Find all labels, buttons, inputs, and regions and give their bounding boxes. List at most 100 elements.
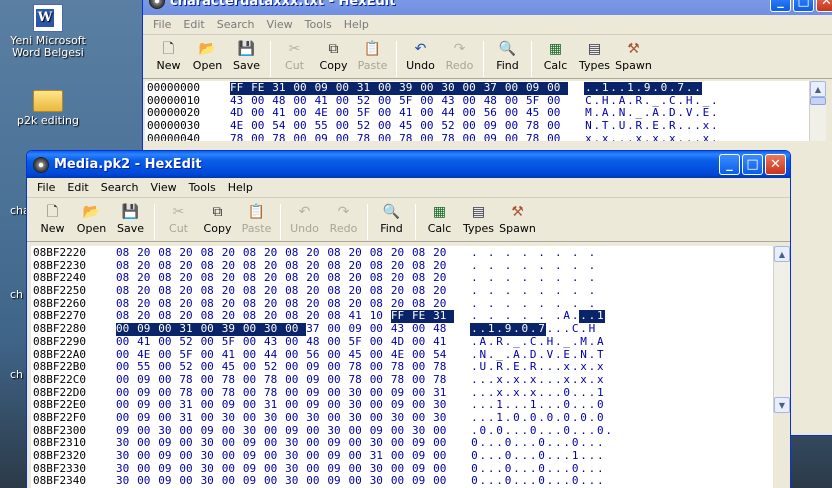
types-button[interactable]: ▤ Types	[575, 39, 614, 72]
hex-row[interactable]: 08BF22C0 00 09 00 78 00 78 00 78 00 09 00 78 00 78 00 78…	[33, 373, 773, 387]
hex-byte[interactable]: 20	[137, 284, 158, 298]
hex-byte[interactable]: 52	[441, 119, 462, 133]
copy-button[interactable]: ⧉ Copy	[198, 202, 237, 235]
hex-byte[interactable]: 00	[201, 373, 222, 387]
hex-byte[interactable]: 00	[370, 335, 391, 349]
hex-byte[interactable]: 00	[327, 335, 348, 349]
hex-row[interactable]: 08BF2340 30 00 09 00 30 00 09 00 30 00 09 00 30 00 09 00…	[33, 475, 773, 488]
hex-byte[interactable]: 09	[158, 475, 179, 488]
hex-byte[interactable]: 48	[306, 335, 327, 349]
hex-byte[interactable]: 00	[370, 373, 391, 387]
hex-byte[interactable]: 78	[349, 373, 370, 387]
open-button[interactable]: 📂 Open	[72, 202, 111, 235]
hex-byte[interactable]: 00	[158, 335, 179, 349]
hex-bytes[interactable]: FF FE 31 00 09 00 31 00 39 00 30 00 37 00 09 00	[230, 81, 569, 95]
hex-byte[interactable]: 00	[412, 322, 433, 336]
hex-byte[interactable]: 00	[285, 360, 306, 374]
calc-button[interactable]: ▦ Calc	[420, 202, 459, 235]
hex-byte[interactable]: 00	[420, 119, 441, 133]
hex-byte[interactable]: 48	[433, 322, 454, 336]
ascii-column[interactable]: 0...0...0...0...	[470, 475, 604, 488]
hex-byte[interactable]: 78	[349, 360, 370, 374]
hex-byte[interactable]: 31	[179, 411, 200, 425]
hex-byte[interactable]: 00	[349, 449, 370, 463]
hex-byte[interactable]: 00	[243, 411, 264, 425]
hex-byte[interactable]: 09	[315, 132, 336, 141]
redo-button[interactable]: ↷ Redo	[440, 39, 479, 72]
hex-byte[interactable]: 08	[201, 284, 222, 298]
cut-button[interactable]: ✂ Cut	[159, 202, 198, 235]
redo-button[interactable]: ↷ Redo	[324, 202, 363, 235]
hex-byte[interactable]: 00	[420, 81, 442, 95]
hex-byte[interactable]: 00	[116, 360, 137, 374]
hex-byte[interactable]: 09	[306, 360, 327, 374]
hex-byte[interactable]: 43	[391, 322, 412, 336]
hex-byte[interactable]: 00	[222, 475, 243, 488]
hex-row[interactable]: 00000000 FF FE 31 00 09 00 31 00 39 00 30 00 37 00 09 00…	[147, 81, 809, 95]
hex-byte[interactable]: 00	[201, 360, 222, 374]
hex-byte[interactable]: 09	[137, 411, 158, 425]
title-bar[interactable]: Media.pk2 - HexEdit _ □ ✕	[27, 151, 790, 178]
hex-byte[interactable]: 00	[547, 132, 568, 141]
hex-byte[interactable]: 4E	[230, 119, 251, 133]
ascii-column[interactable]: . . . . . . . .	[470, 284, 604, 298]
hex-byte[interactable]: 55	[315, 119, 336, 133]
hex-byte[interactable]: 00	[116, 335, 137, 349]
hex-byte[interactable]: 00	[306, 475, 327, 488]
hex-byte[interactable]: 00	[293, 132, 314, 141]
menu-file[interactable]: File	[147, 18, 177, 31]
hex-bytes[interactable]: 08 20 08 20 08 20 08 20 08 20 08 20 08 20 08 20	[116, 284, 454, 298]
hex-byte[interactable]: 00	[336, 119, 357, 133]
hex-byte[interactable]: 00	[179, 475, 200, 488]
hex-byte[interactable]: 08	[412, 284, 433, 298]
hex-byte[interactable]: 00	[463, 132, 484, 141]
hex-byte[interactable]: 09	[327, 449, 348, 463]
hex-byte[interactable]: 09	[412, 449, 433, 463]
hex-byte[interactable]: 00	[137, 449, 158, 463]
hex-byte[interactable]: 08	[370, 284, 391, 298]
hex-byte[interactable]: 78	[357, 132, 378, 141]
hex-byte[interactable]: 00	[547, 119, 568, 133]
hex-byte[interactable]: 00	[285, 335, 306, 349]
hex-byte[interactable]: 09	[306, 373, 327, 387]
hex-byte[interactable]: 00	[412, 360, 433, 374]
spawn-button[interactable]: ⚒ Spawn	[614, 39, 653, 72]
hex-byte[interactable]: 09	[314, 81, 336, 95]
hex-byte[interactable]: 00	[505, 132, 526, 141]
hex-byte[interactable]: 20	[264, 284, 285, 298]
hex-byte[interactable]: 00	[327, 322, 348, 336]
hex-byte[interactable]: 00	[420, 132, 441, 141]
types-button[interactable]: ▤ Types	[459, 202, 498, 235]
hex-byte[interactable]: 00	[412, 373, 433, 387]
hex-byte[interactable]: 08	[158, 246, 179, 260]
hex-byte[interactable]: 08	[285, 284, 306, 298]
hex-byte[interactable]: 00	[222, 449, 243, 463]
hex-byte[interactable]: 00	[158, 360, 179, 374]
hex-byte[interactable]: 30	[263, 322, 286, 336]
hex-byte[interactable]: 09	[243, 449, 264, 463]
menu-search[interactable]: Search	[211, 18, 261, 31]
hex-byte[interactable]: 00	[327, 411, 348, 425]
hex-byte[interactable]: 30	[222, 411, 243, 425]
hex-byte[interactable]: 37	[306, 322, 327, 336]
hex-byte[interactable]: 08	[158, 284, 179, 298]
hex-byte[interactable]: 5F	[222, 335, 243, 349]
hex-byte[interactable]: 08	[243, 246, 264, 260]
menu-help[interactable]: Help	[338, 18, 375, 31]
hex-byte[interactable]: 00	[200, 322, 222, 336]
menu-file[interactable]: File	[31, 181, 61, 194]
hex-byte[interactable]: 00	[378, 132, 399, 141]
title-bar[interactable]: characterdataxxx.txt - HexEdit _ □ ✕	[143, 0, 832, 15]
hex-byte[interactable]: 09	[137, 373, 158, 387]
hex-byte[interactable]: 00	[370, 322, 391, 336]
hex-byte[interactable]: 00	[463, 119, 484, 133]
scrollbar-thumb[interactable]	[810, 97, 826, 105]
save-button[interactable]: 💾 Save	[227, 39, 266, 72]
save-button[interactable]: 💾 Save	[111, 202, 150, 235]
hex-byte[interactable]: 20	[306, 284, 327, 298]
hex-byte[interactable]: 20	[433, 284, 454, 298]
hex-byte[interactable]: 00	[285, 411, 306, 425]
hex-row[interactable]: 08BF2250 08 20 08 20 08 20 08 20 08 20 08 20 08 20 08 20…	[33, 284, 773, 298]
hex-byte[interactable]: 30	[391, 411, 412, 425]
hex-byte[interactable]: 30	[433, 411, 454, 425]
